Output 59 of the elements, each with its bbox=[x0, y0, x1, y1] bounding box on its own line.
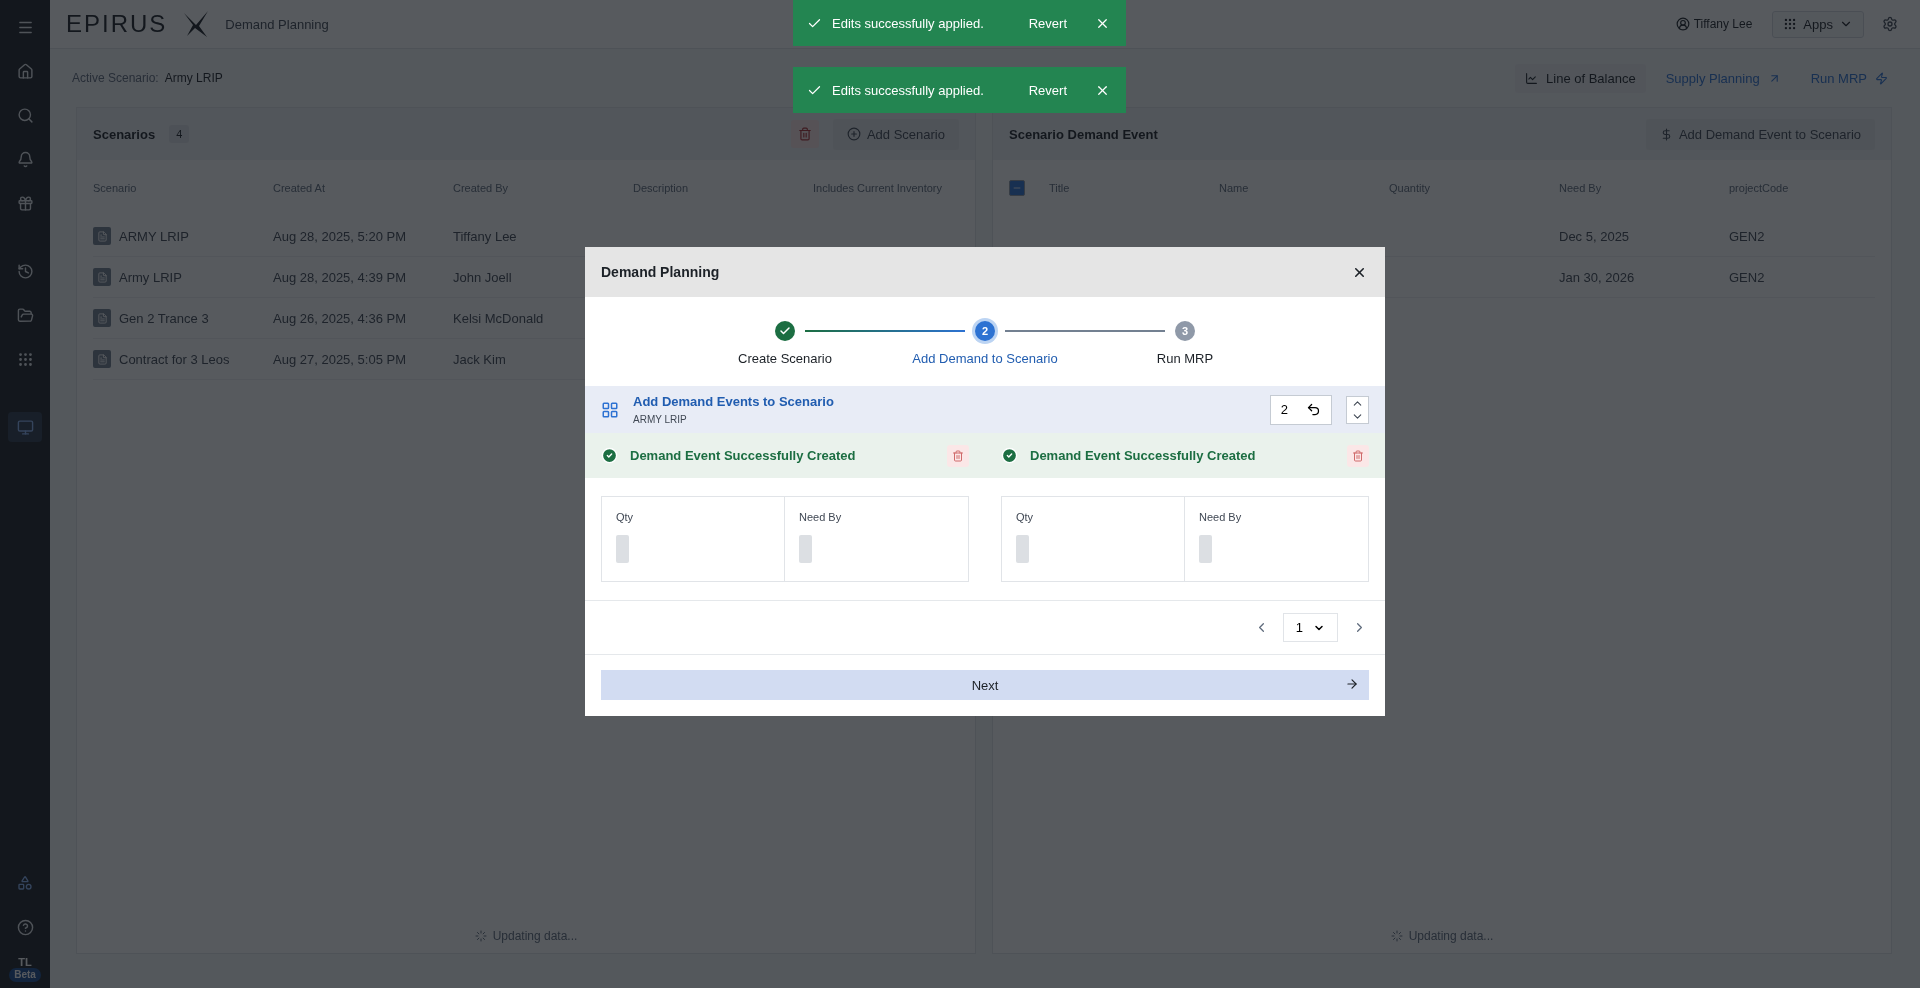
field-label: Qty bbox=[1016, 511, 1035, 523]
success-icon bbox=[601, 447, 618, 464]
toolbar-button[interactable]: Run MRP bbox=[1800, 63, 1898, 93]
dialog-title: Demand Planning bbox=[601, 264, 720, 280]
table-cell: Kelsi McDonald bbox=[453, 310, 544, 326]
success-icon bbox=[1001, 447, 1018, 464]
table-cell: Gen 2 Trance 3 bbox=[119, 310, 209, 326]
section-subtitle: ARMY LRIP bbox=[633, 414, 688, 425]
step-indicator: 2 bbox=[975, 321, 995, 341]
table-cell: Aug 27, 2025, 5:05 PM bbox=[273, 351, 406, 367]
panel-title: Scenario Demand Event bbox=[1009, 126, 1158, 142]
loading-placeholder bbox=[616, 535, 629, 563]
table-cell: Aug 28, 2025, 4:39 PM bbox=[273, 269, 406, 285]
table-cell: ARMY LRIP bbox=[119, 228, 189, 244]
trash-icon bbox=[1352, 449, 1364, 462]
step-label: Add Demand to Scenario bbox=[912, 351, 1058, 366]
page-select[interactable]: 1 bbox=[1282, 613, 1338, 642]
delete-button[interactable] bbox=[947, 444, 969, 467]
next-button[interactable]: Next bbox=[601, 670, 1369, 700]
page-number: 1 bbox=[1295, 620, 1303, 635]
field-label: Need By bbox=[1199, 511, 1243, 523]
success-message: Demand Event Successfully Created bbox=[630, 448, 857, 463]
table-cell: Contract for 3 Leos bbox=[119, 351, 230, 367]
step-label: Create Scenario bbox=[738, 351, 832, 366]
success-message: Demand Event Successfully Created bbox=[1030, 448, 1257, 463]
delete-button[interactable] bbox=[1347, 444, 1369, 467]
field-label: Qty bbox=[616, 511, 635, 523]
table-cell: GEN2 bbox=[1729, 228, 1765, 244]
table-cell: Aug 28, 2025, 5:20 PM bbox=[273, 228, 406, 244]
table-cell: GEN2 bbox=[1729, 269, 1765, 285]
count-field[interactable]: 2 bbox=[1269, 394, 1332, 425]
section-title: Add Demand Events to Scenario bbox=[633, 394, 835, 409]
loading-placeholder bbox=[1199, 535, 1212, 563]
field-label: Need By bbox=[799, 511, 843, 523]
loading-placeholder bbox=[1016, 535, 1029, 563]
active-scenario-value: Army LRIP bbox=[164, 71, 223, 85]
table-cell: Jack Kim bbox=[453, 351, 506, 367]
toolbar-button[interactable]: Supply Planning bbox=[1655, 63, 1791, 93]
revert-button[interactable]: Revert bbox=[1012, 78, 1083, 102]
grid-icon bbox=[601, 400, 619, 419]
table-cell: John Joell bbox=[453, 269, 512, 285]
toast-message: Edits successfully applied. bbox=[832, 82, 985, 98]
toast-message: Edits successfully applied. bbox=[832, 15, 985, 31]
trash-icon bbox=[952, 449, 964, 462]
table-cell: Army LRIP bbox=[119, 269, 182, 285]
table-cell: Dec 5, 2025 bbox=[1559, 228, 1630, 244]
loading-placeholder bbox=[799, 535, 812, 563]
logo: EPIRUS bbox=[66, 10, 168, 38]
table-cell: Jan 30, 2026 bbox=[1559, 269, 1635, 285]
step-label: Run MRP bbox=[1156, 351, 1214, 366]
table-cell: Tiffany Lee bbox=[453, 228, 517, 244]
revert-button[interactable]: Revert bbox=[1012, 11, 1083, 35]
panel-title: Scenarios bbox=[93, 126, 156, 142]
undo-icon bbox=[1306, 402, 1321, 417]
table-cell: Aug 26, 2025, 4:36 PM bbox=[273, 310, 406, 326]
count-value: 2 bbox=[1280, 402, 1288, 417]
app-title: Demand Planning bbox=[225, 16, 329, 32]
user-button[interactable]: Tiffany Lee bbox=[1669, 16, 1759, 32]
step-indicator: 3 bbox=[1175, 321, 1195, 341]
